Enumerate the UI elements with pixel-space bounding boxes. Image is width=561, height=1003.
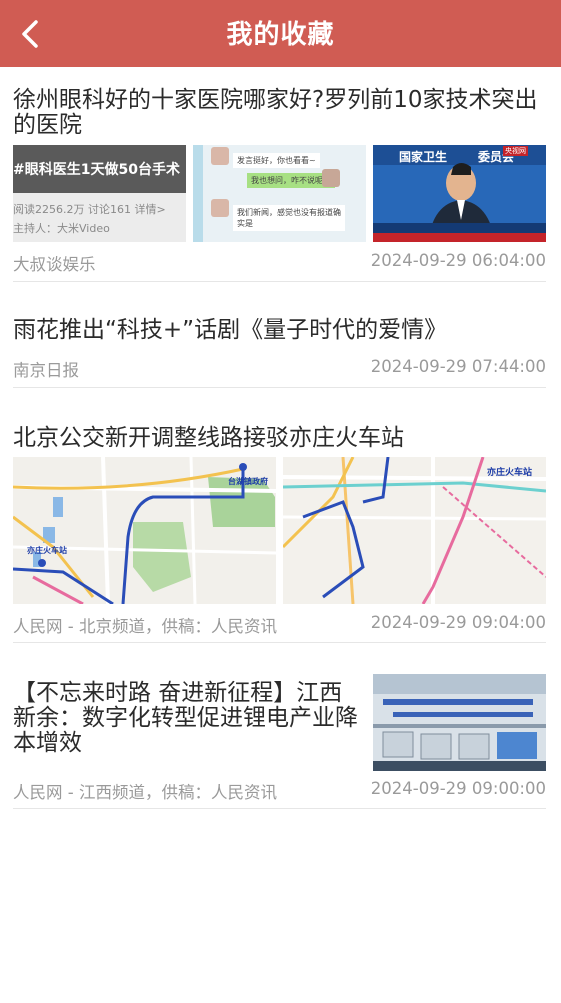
thumbnail-backdrop-text: 国家卫生 (399, 150, 448, 164)
article-time: 2024-09-29 06:04:00 (370, 251, 546, 270)
article-title: 雨花推出“科技+”话剧《量子时代的爱情》 (13, 317, 448, 343)
app-header: 我的收藏 (0, 0, 561, 67)
divider (13, 281, 546, 282)
favorite-item-2[interactable]: 雨花推出“科技+”话剧《量子时代的爱情》 南京日报 2024-09-29 07:… (13, 318, 546, 388)
channel-badge: 央视网 (503, 146, 528, 156)
map-label: 亦庄火车站 (487, 468, 533, 478)
thumbnail-stats-text: 阅读2256.2万 讨论161 详情> (13, 203, 166, 216)
thumbnail-image-2: 发言挺好，你也看看~ 我也想问，咋不说呢？ 我们新闻，感觉也没有报道确实是 (193, 145, 366, 242)
article-source: 大叔谈娱乐 (13, 255, 96, 274)
article-title: 【不忘来时路 奋进新征程】江西新余：数字化转型促进锂电产业降本增效 (13, 680, 358, 756)
thumbnail-image (373, 674, 546, 771)
favorite-item-1[interactable]: 徐州眼科好的十家医院哪家好?罗列前10家技术突出的医院 #眼科医生1天做50台手… (13, 88, 546, 282)
map-thumbnail-2: 亦庄火车站 (283, 457, 546, 604)
thumbnail-host-text: 主持人：大米Video (13, 222, 110, 235)
article-meta: 大叔谈娱乐 2024-09-29 06:04:00 (13, 251, 546, 274)
divider (13, 387, 546, 388)
article-time: 2024-09-29 09:04:00 (370, 613, 546, 632)
map-label: 台湖镇政府 (228, 477, 268, 486)
article-meta: 人民网 - 江西频道，供稿：人民资讯 2024-09-29 09:00:00 (13, 779, 546, 802)
article-title: 北京公交新开调整线路接驳亦庄火车站 (13, 425, 404, 451)
article-time: 2024-09-29 09:00:00 (370, 779, 546, 798)
page-title: 我的收藏 (226, 20, 335, 50)
article-meta: 人民网 - 北京频道，供稿：人民资讯 2024-09-29 09:04:00 (13, 613, 546, 636)
article-meta: 南京日报 2024-09-29 07:44:00 (13, 357, 546, 380)
divider (13, 642, 546, 643)
thumbnail-image-3: 国家卫生 委员会 央视网 (373, 145, 546, 242)
thumbnail-banner-text: #眼科医生1天做50台手术 (13, 162, 180, 178)
article-source: 人民网 - 北京频道，供稿：人民资讯 (13, 617, 277, 636)
thumbnail-image-1: #眼科医生1天做50台手术 阅读2256.2万 讨论161 详情> 主持人：大米… (13, 145, 186, 242)
article-title: 徐州眼科好的十家医院哪家好?罗列前10家技术突出的医院 (13, 87, 538, 138)
article-source: 南京日报 (13, 361, 79, 380)
map-thumbnail-1: 台湖镇政府 亦庄火车站 (13, 457, 276, 604)
article-source: 人民网 - 江西频道，供稿：人民资讯 (13, 783, 277, 802)
favorite-item-4[interactable]: 【不忘来时路 奋进新征程】江西新余：数字化转型促进锂电产业降本增效 人民网 - … (13, 672, 546, 809)
chat-bubble: 我们新闻，感觉也没有报道确实是 (233, 205, 345, 231)
map-label: 亦庄火车站 (27, 546, 67, 555)
favorite-item-3[interactable]: 北京公交新开调整线路接驳亦庄火车站 台湖镇政府 亦庄火车站 亦庄火车站 人民网 … (13, 426, 546, 643)
article-time: 2024-09-29 07:44:00 (370, 357, 546, 376)
divider (13, 808, 546, 809)
chat-bubble: 发言挺好，你也看看~ (233, 153, 320, 168)
